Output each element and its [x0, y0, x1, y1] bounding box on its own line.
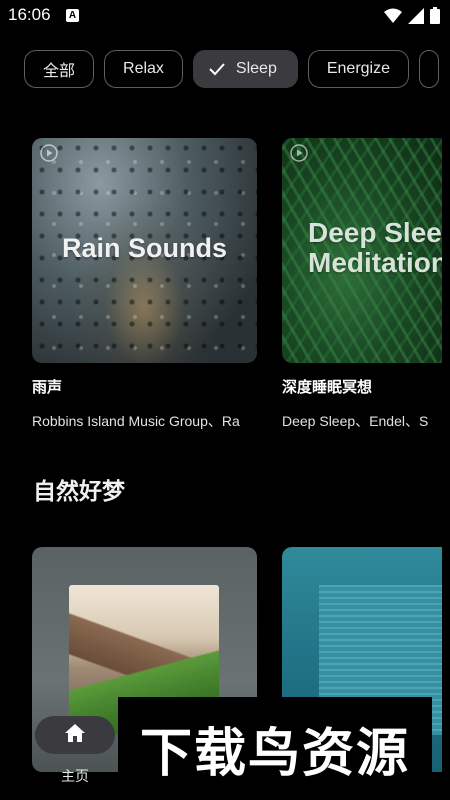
- watermark: 下载鸟资源: [118, 697, 432, 800]
- battery-icon: [430, 7, 440, 29]
- card-artists: Deep Sleep、Endel、S: [282, 413, 429, 429]
- chip-label: Sleep: [235, 60, 277, 77]
- chip-sleep[interactable]: Sleep: [192, 50, 298, 88]
- chip-label: Relax: [123, 60, 164, 77]
- home-icon: [64, 723, 86, 748]
- filter-chips: 全部 Relax Sleep Energize: [24, 50, 439, 88]
- status-icons: [384, 7, 440, 29]
- cover-text: Rain Sounds: [61, 233, 227, 263]
- play-icon: [290, 144, 308, 167]
- chip-more[interactable]: [419, 50, 439, 88]
- deep-sleep-card[interactable]: Deep Sleep Meditation: [282, 138, 442, 363]
- nav-home-button[interactable]: [35, 716, 115, 754]
- rain-sounds-card[interactable]: Rain Sounds: [32, 138, 257, 363]
- watermark-text: 下载鸟资源: [139, 724, 410, 784]
- card-title: 雨声: [32, 379, 63, 396]
- chip-all[interactable]: 全部: [24, 50, 95, 88]
- wifi-icon: [384, 8, 402, 29]
- chip-relax[interactable]: Relax: [104, 50, 183, 88]
- signal-icon: [408, 7, 424, 29]
- chip-label: 全部: [43, 63, 76, 80]
- section-title: 自然好梦: [33, 478, 125, 504]
- chip-energize[interactable]: Energize: [307, 50, 409, 88]
- card-title: 深度睡眠冥想: [282, 379, 373, 396]
- status-time: 16:06: [8, 5, 51, 24]
- status-bar: 16:06 A: [0, 0, 450, 32]
- screen: 16:06 A 全部 Relax Sleep Energize Rain Sou…: [0, 0, 450, 800]
- chip-label: Energize: [326, 60, 390, 77]
- nav-home-label: 主页: [61, 768, 89, 784]
- notification-a-icon: A: [66, 9, 79, 22]
- play-icon: [40, 144, 58, 167]
- check-icon: [208, 62, 226, 76]
- card-artists: Robbins Island Music Group、Ra: [32, 413, 240, 429]
- cover-text: Deep Sleep Meditation: [308, 217, 442, 278]
